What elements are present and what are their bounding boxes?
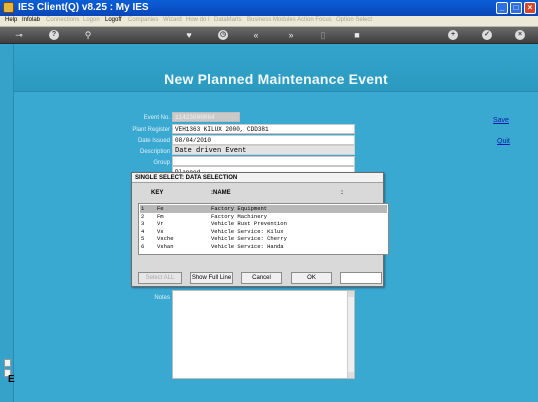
side-e-icon: E xyxy=(8,374,15,385)
list-item[interactable]: 5 Vsche Vehicle Service: Cherry xyxy=(140,235,387,243)
app-icon xyxy=(3,2,14,13)
forward-icon[interactable]: » xyxy=(285,30,297,41)
menu-business-modules[interactable]: Business Modules xyxy=(247,17,296,23)
menu-logon[interactable]: Logon xyxy=(83,17,100,23)
page-title: New Planned Maintenance Event xyxy=(164,71,388,87)
select-all-button[interactable]: Select ALL xyxy=(138,272,182,284)
menu-action-focus[interactable]: Action Focus xyxy=(297,17,332,23)
plant-register-field[interactable]: VEH1363 KILUX 2000, CDD381 xyxy=(172,124,355,134)
selection-list[interactable]: 1 Fe Factory Equipment 2 Fm Factory Mach… xyxy=(138,203,389,255)
stop-icon[interactable]: ■ xyxy=(352,30,362,41)
plus-icon[interactable]: + xyxy=(448,30,458,40)
scroll-up-icon[interactable] xyxy=(348,291,354,297)
list-item[interactable]: 2 Fm Factory Machinery xyxy=(140,213,387,221)
col-key-header: KEY xyxy=(151,190,164,196)
menu-wizard[interactable]: Wizard xyxy=(163,17,182,23)
left-panel xyxy=(0,44,14,402)
col-name-header: :NAME xyxy=(211,190,231,196)
single-select-dialog: SINGLE SELECT: DATA SELECTION KEY :NAME … xyxy=(131,172,389,287)
clock-icon[interactable]: ◷ xyxy=(218,30,228,40)
menu-connections[interactable]: Connections xyxy=(46,17,79,23)
menu-companies[interactable]: Companies xyxy=(128,17,158,23)
ok-button[interactable]: OK xyxy=(291,272,332,284)
scroll-down-icon[interactable] xyxy=(348,372,354,378)
menu-infolab[interactable]: Infolab xyxy=(22,17,40,23)
list-item[interactable]: 1 Fe Factory Equipment xyxy=(140,205,387,213)
check-icon[interactable]: ✓ xyxy=(482,30,492,40)
cancel-button[interactable]: Cancel xyxy=(241,272,282,284)
menu-help[interactable]: Help xyxy=(5,17,17,23)
date-issued-label: Date Issued xyxy=(137,138,170,144)
notes-textarea[interactable] xyxy=(172,290,355,379)
date-issued-field[interactable]: 08/04/2010 xyxy=(172,135,355,145)
group-field[interactable] xyxy=(172,156,355,166)
heart-icon[interactable]: ♥ xyxy=(183,30,195,41)
event-no-label: Event No. xyxy=(143,115,170,121)
quit-link[interactable]: Quit xyxy=(497,138,510,145)
rewind-icon[interactable]: « xyxy=(250,30,262,41)
dialog-title: SINGLE SELECT: DATA SELECTION xyxy=(132,173,383,183)
notes-scrollbar[interactable] xyxy=(347,291,354,378)
close-icon[interactable]: × xyxy=(515,30,525,40)
title-bar: IES Client(Q) v8.25 : My IES _ □ × xyxy=(0,0,538,16)
list-item[interactable]: 3 Vr Vehicle Rust Prevention xyxy=(140,220,387,228)
window-title: IES Client(Q) v8.25 : My IES xyxy=(18,2,149,13)
key-icon[interactable]: ⊸ xyxy=(10,30,28,41)
maximize-button[interactable]: □ xyxy=(510,2,522,14)
group-label: Group xyxy=(153,160,170,166)
list-item[interactable]: 6 Vshan Vehicle Service: Handa xyxy=(140,243,387,251)
toolbar: ⊸ ? ⚲ ♥ ◷ « » ▯ ■ + ✓ × xyxy=(0,27,538,44)
menu-how-do-i[interactable]: How do I xyxy=(186,17,210,23)
minimize-button[interactable]: _ xyxy=(496,2,508,14)
help-icon[interactable]: ? xyxy=(49,30,59,40)
show-full-line-button[interactable]: Show Full Line xyxy=(190,272,233,284)
menu-bar: Help Infolab Connections Logon Logoff Co… xyxy=(0,16,538,27)
menu-datamarts[interactable]: DataMarts xyxy=(214,17,242,23)
menu-logoff[interactable]: Logoff xyxy=(105,17,122,23)
list-item[interactable]: 4 Vs Vehicle Service: Kilux xyxy=(140,228,387,236)
plant-register-label: Plant Register xyxy=(132,127,170,133)
notes-label: Notes xyxy=(154,295,170,301)
search-icon[interactable]: ⚲ xyxy=(82,30,94,41)
side-tab-1[interactable] xyxy=(4,359,11,367)
col-extra-header: : xyxy=(341,190,343,196)
description-field[interactable]: Date driven Event xyxy=(172,145,355,155)
menu-option-select[interactable]: Option Select xyxy=(336,17,372,23)
description-label: Description xyxy=(139,149,170,155)
document-icon[interactable]: ▯ xyxy=(318,30,328,41)
save-link[interactable]: Save xyxy=(493,117,509,124)
dialog-filter-input[interactable] xyxy=(340,272,382,284)
page-header: New Planned Maintenance Event xyxy=(14,44,538,92)
close-button[interactable]: × xyxy=(524,2,536,14)
event-no-field: 11423000064 xyxy=(172,112,240,122)
